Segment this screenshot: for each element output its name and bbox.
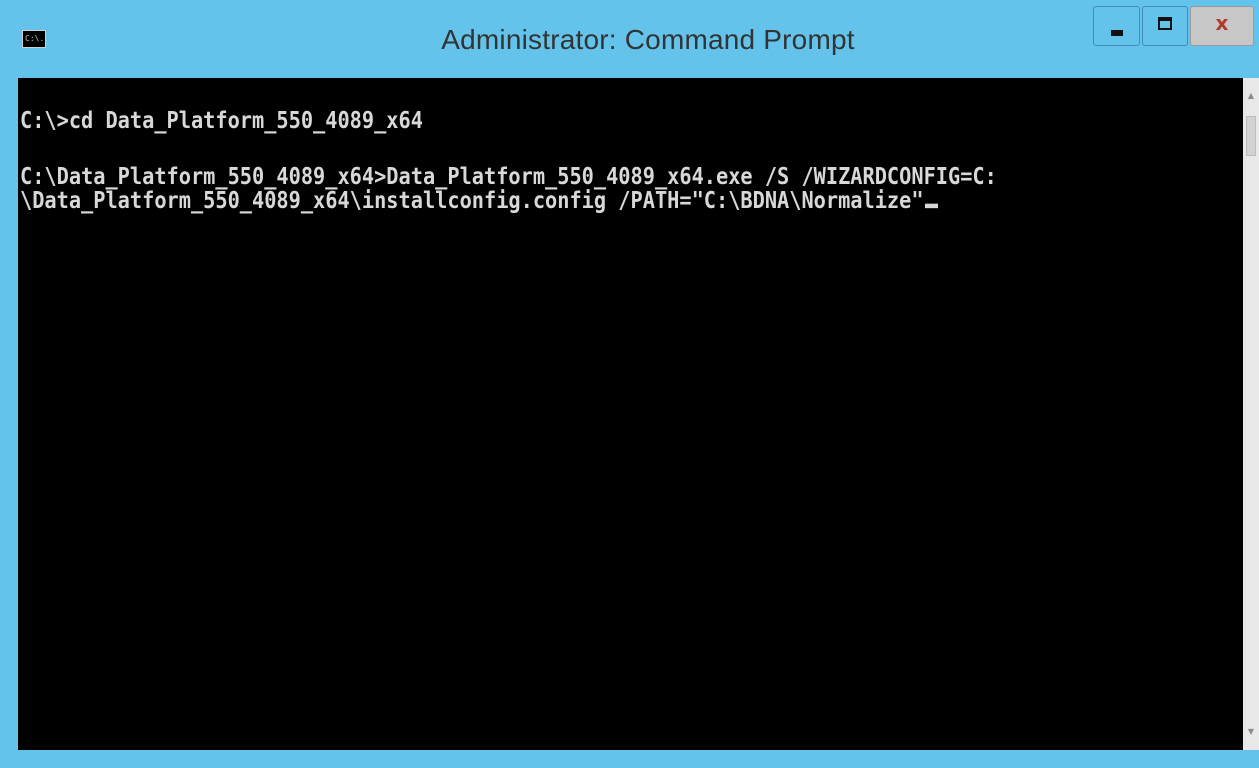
vertical-scrollbar[interactable]: ▲ ▼ (1243, 78, 1259, 750)
console-line: C:\>cd Data_Platform_550_4089_x64 (20, 106, 423, 134)
command-prompt-window: C:\. Administrator: Command Prompt x C:\… (0, 0, 1259, 768)
console-line: C:\Data_Platform_550_4089_x64>Data_Platf… (20, 162, 997, 190)
scroll-down-arrow-icon[interactable]: ▼ (1243, 714, 1259, 750)
scroll-up-arrow-icon[interactable]: ▲ (1243, 78, 1259, 114)
scroll-thumb[interactable] (1246, 116, 1256, 156)
text-cursor (924, 203, 938, 209)
window-title: Administrator: Command Prompt (441, 24, 855, 55)
minimize-icon (1111, 30, 1123, 36)
close-icon: x (1215, 11, 1229, 35)
console-line-with-cursor[interactable]: \Data_Platform_550_4089_x64\installconfi… (20, 188, 938, 213)
title-bar[interactable]: C:\. Administrator: Command Prompt x (0, 0, 1259, 78)
maximize-button[interactable] (1142, 6, 1188, 46)
maximize-icon (1158, 17, 1172, 30)
close-button[interactable]: x (1190, 6, 1254, 46)
console-output[interactable]: C:\>cd Data_Platform_550_4089_x64 C:\Dat… (18, 78, 1243, 750)
minimize-button[interactable] (1093, 6, 1140, 46)
console-line-text: \Data_Platform_550_4089_x64\installconfi… (20, 186, 924, 214)
